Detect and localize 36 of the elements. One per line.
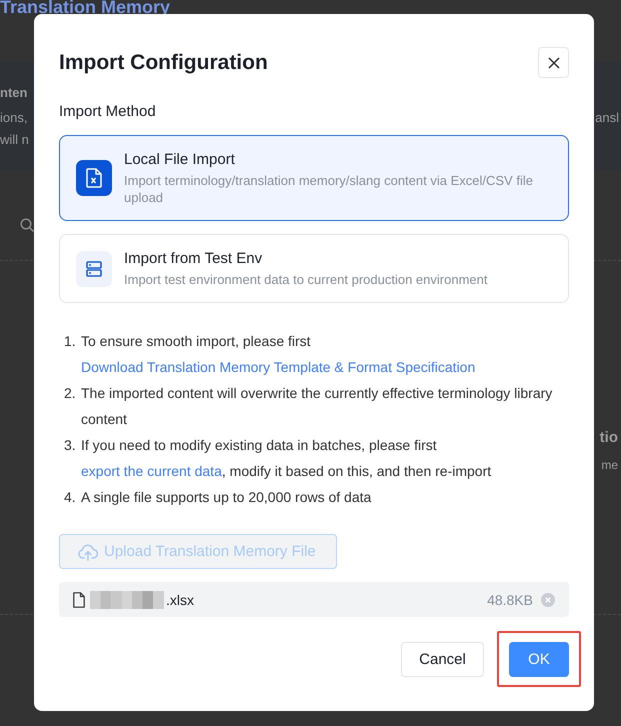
- cancel-button[interactable]: Cancel: [401, 642, 484, 677]
- file-name: .xlsx: [166, 592, 194, 608]
- server-icon: [76, 250, 112, 286]
- search-icon[interactable]: [20, 218, 34, 232]
- list-number: 4.: [63, 488, 77, 507]
- text-link[interactable]: Download Translation Memory Template & Format Specification: [81, 359, 476, 375]
- file-size: 48.8KB: [487, 592, 533, 608]
- instruction-text: To ensure smooth import, please first Download Translation Memory Template & Format Specification: [81, 332, 476, 377]
- option-description: Import terminology/translation memory/slang content via Excel/CSV file upload: [124, 172, 534, 206]
- list-number: 1.: [63, 332, 77, 351]
- dialog-title: Import Configuration: [59, 50, 268, 76]
- file-icon: [73, 592, 85, 608]
- option-title: Local File Import: [124, 150, 236, 170]
- instruction-text: A single file supports up to 20,000 rows of data: [81, 488, 372, 507]
- cloud-upload-icon: [78, 542, 98, 560]
- option-title: Import from Test Env: [124, 249, 264, 269]
- list-number: 3.: [63, 436, 77, 455]
- ok-button[interactable]: OK: [509, 642, 569, 677]
- notice-text: will n: [0, 131, 29, 149]
- import-option-card[interactable]: Import from Test Env Import test environment data to current production environment: [59, 234, 569, 303]
- import-option-card[interactable]: Local File Import Import terminology/translation memory/slang content via Excel/CSV file upload: [59, 135, 569, 221]
- close-icon: [548, 56, 560, 68]
- close-button[interactable]: [538, 47, 569, 78]
- section-text: me: [601, 457, 618, 474]
- document-icon: [76, 160, 112, 196]
- instruction-text: The imported content will overwrite the currently effective terminology library content: [81, 384, 554, 429]
- notice-text: ions,: [0, 109, 28, 127]
- notice-text: ansl: [595, 109, 620, 127]
- list-number: 2.: [63, 384, 77, 403]
- instruction-text: If you need to modify existing data in batches, please first export the current data, modify it based on this, and then re-import: [81, 436, 492, 481]
- option-description: Import test environment data to current production environment: [124, 271, 488, 288]
- text-link[interactable]: export the current data: [81, 463, 222, 479]
- section-label: Import Method: [59, 102, 157, 122]
- page-title: Translation Memory: [0, 0, 172, 14]
- section-title: tio: [600, 429, 618, 447]
- notice-title: nten: [0, 84, 28, 102]
